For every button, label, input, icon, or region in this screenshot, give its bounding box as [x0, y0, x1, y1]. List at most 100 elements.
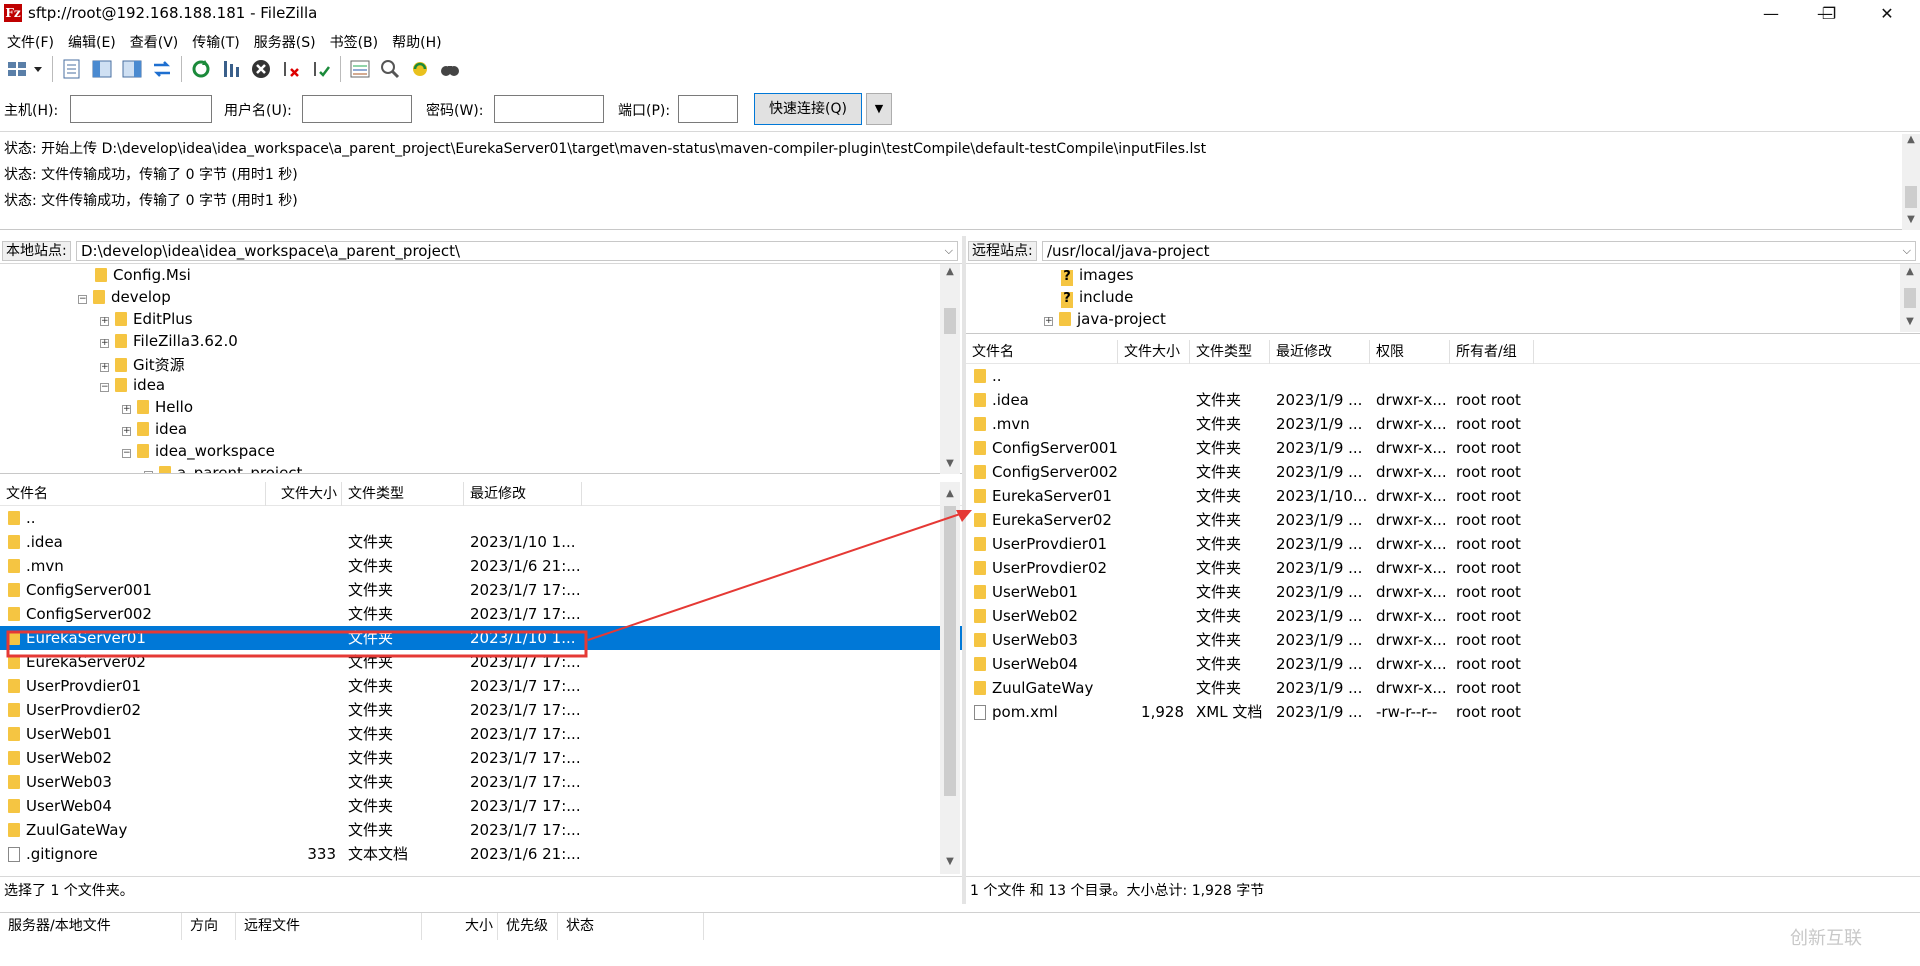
queue-col-status[interactable]: 状态 [558, 913, 704, 940]
scroll-up-icon[interactable]: ▲ [940, 266, 960, 277]
file-row[interactable]: EurekaServer02 文件夹 2023/1/7 17:... [0, 650, 962, 674]
local-tree-node[interactable]: − develop [78, 288, 171, 310]
refresh-icon[interactable] [186, 55, 216, 83]
file-row[interactable]: UserProvdier02 文件夹 2023/1/7 17:... [0, 698, 962, 722]
scroll-up-icon[interactable]: ▲ [940, 488, 960, 499]
collapse-icon[interactable]: − [100, 383, 109, 392]
quickconnect-history-dropdown[interactable]: ▼ [866, 93, 892, 125]
expand-icon[interactable]: + [100, 363, 109, 372]
col-filesize[interactable]: 文件大小 [266, 481, 342, 506]
scroll-down-icon[interactable]: ▼ [940, 458, 960, 469]
queue-col-size[interactable]: 大小 [422, 913, 498, 940]
local-tree-node[interactable]: + Hello [122, 398, 193, 420]
maximize-window-button[interactable]: ❐ [1804, 0, 1854, 28]
file-row[interactable]: ConfigServer002 文件夹 2023/1/7 17:... [0, 602, 962, 626]
file-row[interactable]: ConfigServer001 文件夹 2023/1/9 ... drwxr-x...… [966, 436, 1920, 460]
file-row[interactable]: .idea 文件夹 2023/1/10 1... [0, 530, 962, 554]
local-tree-node[interactable]: + FileZilla3.62.0 [100, 332, 238, 354]
cancel-operation-icon[interactable] [246, 55, 276, 83]
file-row[interactable]: UserWeb02 文件夹 2023/1/9 ... drwxr-x... root r… [966, 604, 1920, 628]
scroll-down-icon[interactable]: ▼ [940, 856, 960, 867]
directory-listing-filters-icon[interactable] [345, 55, 375, 83]
remote-tree-node[interactable]: ? images [1044, 266, 1134, 288]
reconnect-icon[interactable] [306, 55, 336, 83]
scroll-up-icon[interactable]: ▲ [1900, 266, 1920, 277]
scroll-thumb[interactable] [944, 308, 956, 334]
menu-view[interactable]: 查看(V) [123, 28, 186, 52]
file-row[interactable]: UserWeb04 文件夹 2023/1/9 ... drwxr-x... root r… [966, 652, 1920, 676]
expand-icon[interactable]: + [100, 317, 109, 326]
collapse-icon[interactable]: − [144, 471, 153, 473]
local-tree-node[interactable]: + idea [122, 420, 187, 442]
menu-edit[interactable]: 编辑(E) [61, 28, 123, 52]
file-row[interactable]: .mvn 文件夹 2023/1/6 21:... [0, 554, 962, 578]
col-filetype[interactable]: 文件类型 [342, 481, 464, 506]
col-owner[interactable]: 所有者/组 [1450, 339, 1534, 364]
col-filename[interactable]: 文件名 [966, 339, 1118, 364]
toggle-queue-icon[interactable] [147, 55, 177, 83]
queue-col-server-local[interactable]: 服务器/本地文件 [0, 913, 182, 940]
expand-icon[interactable]: + [1044, 317, 1053, 326]
toggle-filename-filters-icon[interactable] [375, 55, 405, 83]
expand-icon[interactable]: + [122, 405, 131, 414]
queue-col-remote[interactable]: 远程文件 [236, 913, 422, 940]
close-window-button[interactable]: ✕ [1862, 0, 1912, 28]
col-modified[interactable]: 最近修改 [1270, 339, 1370, 364]
file-row[interactable]: EurekaServer02 文件夹 2023/1/9 ... drwxr-x... r… [966, 508, 1920, 532]
local-path-combobox[interactable]: D:\develop\idea\idea_workspace\a_parent_… [76, 241, 958, 261]
toggle-local-tree-icon[interactable] [87, 55, 117, 83]
synchronized-browsing-icon[interactable] [405, 55, 435, 83]
search-remote-files-icon[interactable] [435, 55, 465, 83]
site-manager-icon[interactable] [4, 55, 48, 83]
local-tree-node[interactable]: − a_parent_project [144, 464, 302, 473]
file-row[interactable]: .. [0, 506, 962, 530]
file-row[interactable]: ConfigServer002 文件夹 2023/1/9 ... drwxr-x...… [966, 460, 1920, 484]
file-row[interactable]: ConfigServer001 文件夹 2023/1/7 17:... [0, 578, 962, 602]
col-filetype[interactable]: 文件类型 [1190, 339, 1270, 364]
scroll-thumb[interactable] [1904, 288, 1916, 308]
col-modified[interactable]: 最近修改 [464, 481, 582, 506]
disconnect-icon[interactable] [276, 55, 306, 83]
menu-file[interactable]: 文件(F) [0, 28, 61, 52]
collapse-icon[interactable]: − [78, 295, 87, 304]
host-input[interactable] [70, 95, 212, 123]
file-row[interactable]: UserWeb01 文件夹 2023/1/7 17:... [0, 722, 962, 746]
scroll-down-icon[interactable]: ▼ [1900, 316, 1920, 327]
remote-path-combobox[interactable]: /usr/local/java-project ⌵ [1042, 241, 1916, 261]
file-row[interactable]: .idea 文件夹 2023/1/9 ... drwxr-x... root root [966, 388, 1920, 412]
chevron-down-icon[interactable]: ⌵ [945, 242, 953, 260]
chevron-down-icon[interactable]: ⌵ [1903, 242, 1911, 260]
local-tree-node[interactable]: − idea_workspace [122, 442, 275, 464]
queue-col-direction[interactable]: 方向 [182, 913, 236, 940]
local-tree-node[interactable]: + EditPlus [100, 310, 193, 332]
local-tree-node[interactable]: − idea [100, 376, 165, 398]
scroll-thumb[interactable] [1905, 186, 1917, 208]
remote-tree-node[interactable]: + java-project [1044, 310, 1166, 332]
file-row[interactable]: UserWeb02 文件夹 2023/1/7 17:... [0, 746, 962, 770]
col-filesize[interactable]: 文件大小 [1118, 339, 1190, 364]
local-tree-scrollbar[interactable]: ▲ ▼ [940, 264, 960, 474]
menu-bookmarks[interactable]: 书签(B) [323, 28, 386, 52]
scroll-down-icon[interactable]: ▼ [1902, 214, 1920, 225]
scroll-thumb[interactable] [944, 506, 956, 796]
port-input[interactable] [678, 95, 738, 123]
file-row[interactable]: .mvn 文件夹 2023/1/9 ... drwxr-x... root root [966, 412, 1920, 436]
file-row[interactable]: UserWeb03 文件夹 2023/1/7 17:... [0, 770, 962, 794]
menu-help[interactable]: 帮助(H) [385, 28, 448, 52]
process-queue-icon[interactable] [216, 55, 246, 83]
minimize-window-button[interactable]: — [1746, 0, 1796, 28]
remote-tree-scrollbar[interactable]: ▲ ▼ [1900, 264, 1920, 332]
file-row[interactable]: UserWeb04 文件夹 2023/1/7 17:... [0, 794, 962, 818]
expand-icon[interactable]: + [122, 427, 131, 436]
file-row[interactable]: UserWeb03 文件夹 2023/1/9 ... drwxr-x... root r… [966, 628, 1920, 652]
file-row[interactable]: EurekaServer01 文件夹 2023/1/10... drwxr-x... r… [966, 484, 1920, 508]
file-row[interactable]: UserProvdier01 文件夹 2023/1/7 17:... [0, 674, 962, 698]
file-row[interactable]: ZuulGateWay 文件夹 2023/1/9 ... drwxr-x... root… [966, 676, 1920, 700]
password-input[interactable] [494, 95, 604, 123]
menu-transfer[interactable]: 传输(T) [185, 28, 246, 52]
file-row[interactable]: UserWeb01 文件夹 2023/1/9 ... drwxr-x... root r… [966, 580, 1920, 604]
local-tree-node[interactable]: + Git资源 [100, 354, 185, 376]
file-row[interactable]: ZuulGateWay 文件夹 2023/1/7 17:... [0, 818, 962, 842]
username-input[interactable] [302, 95, 412, 123]
toggle-log-icon[interactable] [57, 55, 87, 83]
